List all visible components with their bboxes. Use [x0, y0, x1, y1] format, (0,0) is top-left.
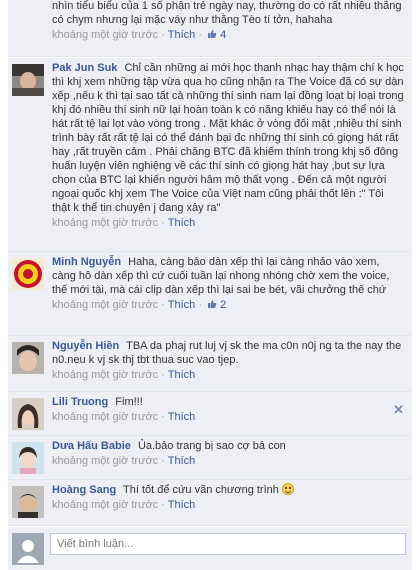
separator: ·: [161, 499, 165, 511]
comment-feed: nhìn tiểu biểu của 1 số phận trẻ ngày na…: [0, 0, 416, 570]
like-count[interactable]: 4: [220, 29, 226, 41]
thumbs-up-icon[interactable]: [207, 29, 217, 39]
like-count[interactable]: 2: [220, 299, 226, 311]
like-link[interactable]: Thích: [168, 411, 196, 423]
comment-item: Hoàng Sang Thí tốt để cứu vãn chương trì…: [8, 480, 412, 526]
comment-meta: khoảng một giờ trước · Thích · 2: [52, 298, 404, 312]
comment-body: Minh Nguyễn Haha, càng bảo dàn xếp thì l…: [52, 255, 404, 312]
comment-input[interactable]: [50, 533, 406, 555]
separator: ·: [161, 29, 165, 41]
like-link[interactable]: Thích: [168, 455, 196, 467]
separator: ·: [161, 369, 165, 381]
comment-time[interactable]: khoảng một giờ trước: [52, 411, 158, 423]
comment-item: Minh Nguyễn Haha, càng bảo dàn xếp thì l…: [8, 252, 412, 336]
comment-author[interactable]: Hoàng Sang: [52, 484, 116, 496]
comment-meta: khoảng một giờ trước · Thích: [52, 216, 404, 230]
comment-time[interactable]: khoảng một giờ trước: [52, 499, 158, 511]
separator: ·: [161, 217, 165, 229]
avatar[interactable]: [12, 258, 44, 290]
comment-item: Nguyễn Hiền TBA da phaj rut luj vj sk th…: [8, 336, 412, 392]
comment-meta: khoảng một giờ trước · Thích: [52, 410, 404, 424]
comment-body: Lili Truong Fim!!! khoảng một giờ trước …: [52, 395, 404, 424]
comment-author[interactable]: Nguyễn Hiền: [52, 340, 119, 352]
separator: ·: [198, 299, 203, 311]
avatar[interactable]: [12, 442, 44, 474]
comment-item: ✕ Lili Truong Fim!!! khoảng một giờ trướ…: [8, 392, 412, 436]
comment-meta: khoảng một giờ trước · Thích: [52, 498, 404, 512]
comment-author[interactable]: Pak Jun Suk: [52, 62, 117, 74]
thumbs-up-icon[interactable]: [207, 299, 217, 309]
comment-text: Thí tốt để cứu vãn chương trình: [123, 484, 279, 496]
comment-meta: khoảng một giờ trước · Thích: [52, 454, 404, 468]
comment-body: Nguyễn Hiền TBA da phaj rut luj vj sk th…: [52, 339, 404, 382]
comment-meta: khoảng một giờ trước · Thích · 4: [52, 28, 404, 42]
separator: ·: [161, 455, 165, 467]
comment-text: Chỉ cần những ai mới học thanh nhạc hay …: [52, 62, 404, 214]
comment-body: Dưa Hấu Babie Ủa.bảo trang bị sao cợ bả …: [52, 439, 404, 468]
comment-item: Pak Jun Suk Chỉ cần những ai mới học tha…: [8, 58, 412, 252]
comment-author[interactable]: Dưa Hấu Babie: [52, 440, 131, 452]
comment-author[interactable]: Minh Nguyễn: [52, 256, 121, 268]
separator: ·: [198, 29, 203, 41]
comment-time[interactable]: khoảng một giờ trước: [52, 29, 158, 41]
comment-time[interactable]: khoảng một giờ trước: [52, 369, 158, 381]
comment-item: Dưa Hấu Babie Ủa.bảo trang bị sao cợ bả …: [8, 436, 412, 480]
separator: ·: [161, 299, 165, 311]
like-link[interactable]: Thích: [168, 299, 196, 311]
comment-author[interactable]: Lili Truong: [52, 396, 108, 408]
comment-body: Pak Jun Suk Chỉ cần những ai mới học tha…: [52, 61, 404, 230]
comment-item: nhìn tiểu biểu của 1 số phận trẻ ngày na…: [8, 0, 412, 57]
avatar[interactable]: [12, 486, 44, 518]
separator: ·: [161, 411, 165, 423]
comment-text: Ủa.bảo trang bị sao cợ bả con: [137, 440, 286, 452]
write-comment-row: [8, 527, 412, 570]
like-link[interactable]: Thích: [168, 499, 196, 511]
avatar[interactable]: [12, 64, 44, 96]
comment-text: Fim!!!: [115, 396, 143, 408]
like-link[interactable]: Thích: [168, 217, 196, 229]
like-link[interactable]: Thích: [168, 29, 196, 41]
comment-time[interactable]: khoảng một giờ trước: [52, 217, 158, 229]
comment-body: Hoàng Sang Thí tốt để cứu vãn chương trì…: [52, 483, 404, 512]
like-link[interactable]: Thích: [168, 369, 196, 381]
comment-text: nhìn tiểu biểu của 1 số phận trẻ ngày na…: [52, 0, 402, 26]
comment-body: nhìn tiểu biểu của 1 số phận trẻ ngày na…: [52, 0, 404, 42]
avatar[interactable]: [12, 342, 44, 374]
smiley-icon: [281, 483, 294, 495]
avatar: [12, 533, 44, 565]
comment-time[interactable]: khoảng một giờ trước: [52, 299, 158, 311]
comment-meta: khoảng một giờ trước · Thích: [52, 368, 404, 382]
comment-time[interactable]: khoảng một giờ trước: [52, 455, 158, 467]
avatar[interactable]: [12, 398, 44, 430]
